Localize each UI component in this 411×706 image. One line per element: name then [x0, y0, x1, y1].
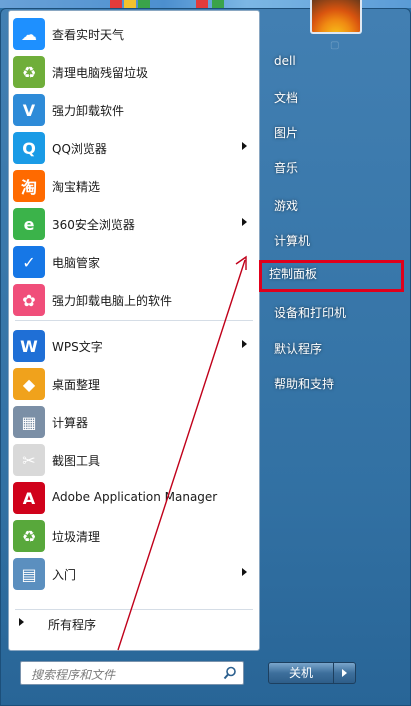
adobe-icon: A	[13, 482, 45, 514]
program-item[interactable]: ▤ 入门	[9, 555, 259, 592]
program-item[interactable]: ▦ 计算器	[9, 403, 259, 440]
user-avatar[interactable]	[310, 0, 362, 34]
program-label: 截图工具	[52, 454, 101, 468]
program-label: 入门	[52, 568, 77, 582]
desktop-organize-icon: ◆	[13, 368, 45, 400]
submenu-arrow-icon	[242, 218, 247, 226]
program-label: 清理电脑残留垃圾	[52, 66, 149, 80]
shutdown-options-button[interactable]	[334, 662, 356, 684]
uninstall-shield-icon: V	[13, 94, 45, 126]
program-item[interactable]: A Adobe Application Manager	[9, 479, 259, 516]
recycle-icon: ♻	[13, 56, 45, 88]
360-browser-icon: e	[13, 208, 45, 240]
desktop-tile	[110, 0, 122, 8]
search-icon[interactable]	[223, 666, 237, 680]
pinwheel-icon: ✿	[13, 284, 45, 316]
place-label: 设备和打印机	[274, 306, 347, 320]
all-programs-label: 所有程序	[48, 618, 97, 632]
place-item[interactable]: 控制面板	[259, 260, 404, 292]
shutdown-arrow-icon	[342, 669, 347, 677]
calculator-icon: ▦	[13, 406, 45, 438]
program-label: 计算器	[52, 416, 89, 430]
place-item[interactable]: 游戏	[264, 192, 404, 218]
place-item[interactable]: 图片	[264, 119, 404, 145]
submenu-arrow-icon	[242, 340, 247, 348]
place-label: 默认程序	[274, 342, 323, 356]
place-item[interactable]: dell	[264, 49, 404, 75]
program-item[interactable]: ✂ 截图工具	[9, 441, 259, 478]
program-item[interactable]: ✓ 电脑管家	[9, 243, 259, 280]
program-label: 查看实时天气	[52, 28, 125, 42]
shutdown-button[interactable]: 关机	[268, 662, 334, 684]
desktop-tile	[138, 0, 150, 8]
program-label: 淘宝精选	[52, 180, 101, 194]
program-item[interactable]: ☁ 查看实时天气	[9, 15, 259, 52]
program-item[interactable]: ✿ 强力卸载电脑上的软件	[9, 281, 259, 318]
wps-writer-icon: W	[13, 330, 45, 362]
place-label: 计算机	[274, 234, 311, 248]
program-item[interactable]: ♻ 清理电脑残留垃圾	[9, 53, 259, 90]
program-label: 桌面整理	[52, 378, 101, 392]
list-separator	[15, 609, 253, 610]
search-box[interactable]: 搜索程序和文件	[20, 661, 244, 685]
program-item[interactable]: 淘淘宝精选	[9, 167, 259, 204]
weather-icon: ☁	[13, 18, 45, 50]
place-label: 图片	[274, 126, 299, 140]
submenu-arrow-icon	[242, 142, 247, 150]
taobao-icon: 淘	[13, 170, 45, 202]
trash-clean-icon: ♻	[13, 520, 45, 552]
all-programs-item[interactable]: 所有程序	[8, 612, 258, 634]
submenu-arrow-icon	[242, 568, 247, 576]
program-item[interactable]: ♻ 垃圾清理	[9, 517, 259, 554]
desktop-tile	[212, 0, 224, 8]
qq-browser-icon: Q	[13, 132, 45, 164]
program-label: QQ浏览器	[52, 142, 107, 156]
program-label: 强力卸载电脑上的软件	[52, 294, 173, 308]
program-label: 强力卸载软件	[52, 104, 125, 118]
search-placeholder: 搜索程序和文件	[31, 668, 116, 682]
pc-manager-icon: ✓	[13, 246, 45, 278]
program-item[interactable]: e 360安全浏览器	[9, 205, 259, 242]
program-label: 垃圾清理	[52, 530, 101, 544]
program-label: 360安全浏览器	[52, 218, 135, 232]
place-label: 音乐	[274, 161, 299, 175]
place-item[interactable]: 默认程序	[264, 335, 404, 361]
place-label: 游戏	[274, 199, 299, 213]
list-separator	[15, 320, 253, 321]
place-label: 控制面板	[269, 267, 318, 281]
program-label: Adobe Application Manager	[52, 490, 218, 504]
desktop-tile	[196, 0, 208, 8]
program-item[interactable]: V 强力卸载软件	[9, 91, 259, 128]
program-item[interactable]: W WPS文字	[9, 327, 259, 364]
program-list-pane: ☁ 查看实时天气 ♻ 清理电脑残留垃圾 V 强力卸载软件 Q QQ浏览器淘淘宝精选 e 360安全…	[8, 10, 260, 651]
expand-arrow-icon	[19, 618, 24, 626]
shutdown-label: 关机	[288, 666, 313, 680]
snipping-tool-icon: ✂	[13, 444, 45, 476]
program-item[interactable]: ◆ 桌面整理	[9, 365, 259, 402]
desktop-tile	[124, 0, 136, 8]
getting-started-icon: ▤	[13, 558, 45, 590]
place-item[interactable]: 音乐	[264, 154, 404, 180]
place-label: 文档	[274, 91, 299, 105]
place-item[interactable]: 设备和打印机	[264, 299, 404, 325]
place-item[interactable]: 文档	[264, 84, 404, 110]
place-item[interactable]: 帮助和支持	[264, 370, 404, 396]
place-label: 帮助和支持	[274, 377, 335, 391]
program-label: WPS文字	[52, 340, 103, 354]
program-item[interactable]: Q QQ浏览器	[9, 129, 259, 166]
program-label: 电脑管家	[52, 256, 101, 270]
place-label: dell	[274, 54, 296, 68]
place-item[interactable]: 计算机	[264, 227, 404, 253]
